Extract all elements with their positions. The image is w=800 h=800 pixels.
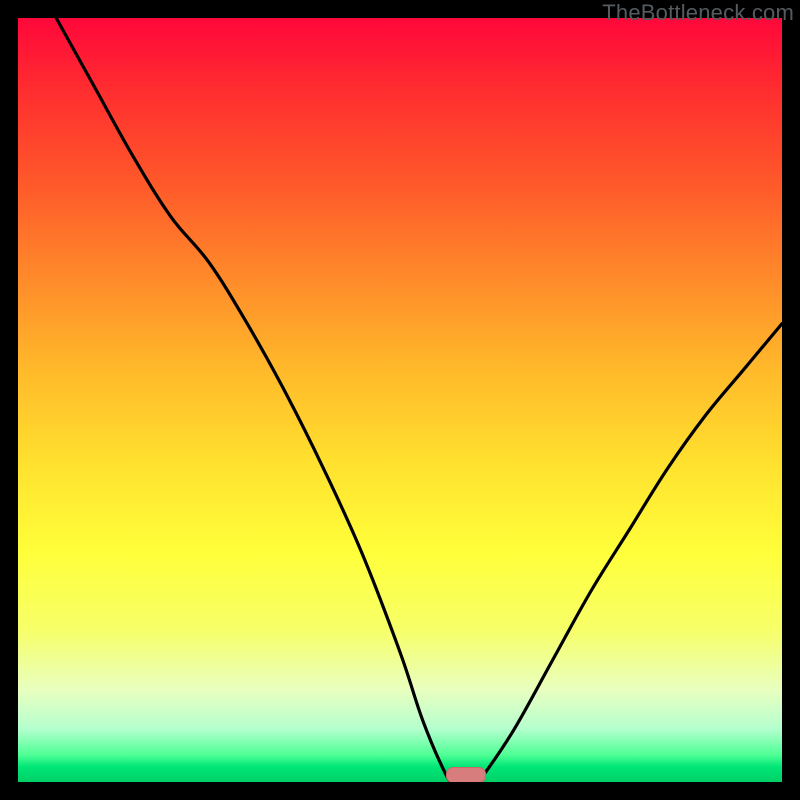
plot-area — [18, 18, 782, 782]
bottleneck-curve — [18, 18, 782, 782]
optimal-marker — [446, 767, 486, 782]
chart-frame: TheBottleneck.com — [0, 0, 800, 800]
watermark-text: TheBottleneck.com — [602, 0, 794, 26]
